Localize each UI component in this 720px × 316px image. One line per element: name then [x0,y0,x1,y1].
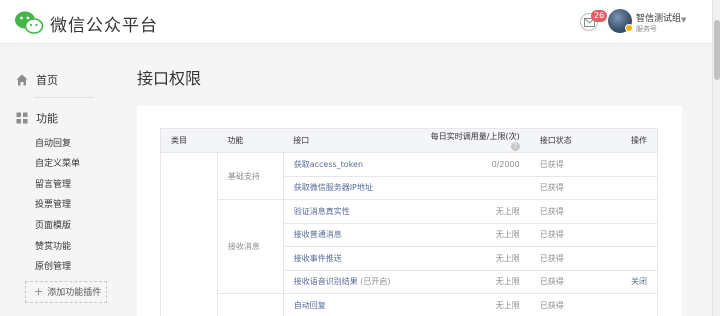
sidebar-item-comments[interactable]: 留言管理 [35,177,71,190]
column-header-category: 类目 [160,128,218,153]
api-cell: 验证消息真实性 [283,199,413,224]
api-link[interactable]: 接收普通消息 [294,230,342,239]
table-header-row: 类目 功能 接口 每日实时调用量/上限(次)? 接口状态 操作 [160,128,658,153]
api-cell: 获取access_token [283,152,413,177]
plus-icon: + [34,285,44,298]
operation-cell [591,293,658,316]
status-cell: 已获得 [529,176,592,200]
sidebar-item-label: 功能 [36,112,58,125]
api-cell: 接收普通消息 [283,223,413,247]
account-name[interactable]: 智信测试组 [636,11,681,24]
table-row: 接收消息 验证消息真实性 无上限 已获得 [161,199,658,294]
function-cell [217,293,284,316]
status-cell: 已获得 [529,199,592,224]
api-cell: 接收事件推送 [283,246,413,271]
api-link[interactable]: 自动回复 [294,301,326,310]
column-header-api: 接口 [283,128,413,153]
function-cell: 基础支持 [217,152,284,200]
limit-cell: 0/2000 [412,152,530,177]
verified-icon [625,24,633,32]
grid-icon [16,112,28,124]
column-header-operation: 操作 [591,128,658,153]
disable-button[interactable]: 关闭 [631,277,647,286]
api-permission-table: 类目 功能 接口 每日实时调用量/上限(次)? 接口状态 操作 基础支持 获取a… [160,128,658,316]
api-cell: 自动回复 [283,293,413,316]
category-cell [160,152,218,316]
home-icon [16,74,28,86]
sidebar-item-custom-menu[interactable]: 自定义菜单 [35,156,80,169]
sidebar-item-home[interactable]: 首页 [16,72,58,88]
help-icon[interactable]: ? [510,141,520,151]
api-link[interactable]: 获取微信服务器IP地址 [294,183,373,192]
brand-title[interactable]: 微信公众平台 [50,11,158,36]
table-row: 自动回复 无上限 已获得 [161,293,658,316]
column-header-limit-label: 每日实时调用量/上限(次) [430,131,520,141]
top-header: 微信公众平台 26 智信测试组 服务号 ▼ [0,0,712,44]
table-row: 基础支持 获取access_token 0/2000 已获得 [160,152,658,316]
operation-cell: 关闭 [591,270,658,294]
operation-cell [591,246,658,271]
sidebar-item-appreciation[interactable]: 赞赏功能 [35,239,71,252]
page-scrollbar[interactable] [712,0,720,316]
sidebar-item-page-templates[interactable]: 页面模版 [35,218,71,231]
sidebar-item-functions[interactable]: 功能 [16,110,58,126]
operation-cell [591,152,658,177]
api-link[interactable]: 获取access_token [294,160,363,169]
limit-cell: 无上限 [412,246,530,271]
function-cell: 接收消息 [217,199,284,294]
operation-cell [591,199,658,224]
column-header-limit: 每日实时调用量/上限(次)? [412,128,530,153]
chevron-down-icon[interactable]: ▼ [681,16,686,24]
operation-cell [591,223,658,247]
api-link[interactable]: 接收事件推送 [294,254,342,263]
sidebar: 首页 功能 自动回复 自定义菜单 留言管理 投票管理 页面模版 赞赏功能 原创管… [0,45,120,316]
api-cell: 接收语音识别结果 (已开启) [283,270,413,294]
account-type: 服务号 [636,25,657,33]
api-link[interactable]: 接收语音识别结果 [294,277,358,286]
api-enabled-note: (已开启) [360,277,391,287]
limit-cell: 无上限 [412,270,530,294]
status-cell: 已获得 [529,246,592,271]
limit-cell: 无上限 [412,223,530,247]
unread-badge: 26 [591,10,608,22]
status-cell: 已获得 [529,270,592,294]
sidebar-item-auto-reply[interactable]: 自动回复 [35,136,71,149]
status-cell: 已获得 [529,152,592,177]
sidebar-item-original[interactable]: 原创管理 [35,259,71,272]
limit-cell [412,176,530,200]
wechat-logo-icon[interactable] [14,10,44,34]
limit-cell: 无上限 [412,199,530,224]
api-cell: 获取微信服务器IP地址 [283,176,413,200]
page-title: 接口权限 [137,69,202,88]
column-header-function: 功能 [217,128,284,153]
sidebar-item-votes[interactable]: 投票管理 [35,197,71,210]
operation-cell [591,176,658,200]
add-plugin-label: 添加功能插件 [47,288,102,298]
add-plugin-button[interactable]: + 添加功能插件 [25,281,107,303]
status-cell: 已获得 [529,293,592,316]
scrollbar-thumb[interactable] [714,20,720,80]
status-cell: 已获得 [529,223,592,247]
sidebar-item-label: 首页 [36,74,58,87]
column-header-status: 接口状态 [529,128,592,153]
divider [34,97,94,98]
api-link[interactable]: 验证消息真实性 [294,207,350,216]
limit-cell: 无上限 [412,293,530,316]
